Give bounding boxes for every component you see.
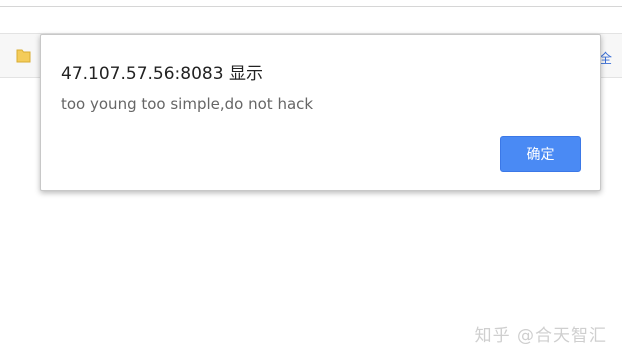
dialog-message: too young too simple,do not hack: [61, 95, 314, 113]
dialog-title: 47.107.57.56:8083 显示: [61, 64, 263, 84]
browser-page: 全 47.107.57.56:8083 显示 too young too sim…: [0, 0, 622, 360]
folder-icon[interactable]: [16, 47, 31, 63]
browser-top-edge: [0, 0, 622, 7]
watermark: 知乎 @合天智汇: [474, 326, 607, 346]
alert-dialog: 47.107.57.56:8083 显示 too young too simpl…: [40, 34, 601, 191]
ok-button[interactable]: 确定: [500, 136, 581, 172]
